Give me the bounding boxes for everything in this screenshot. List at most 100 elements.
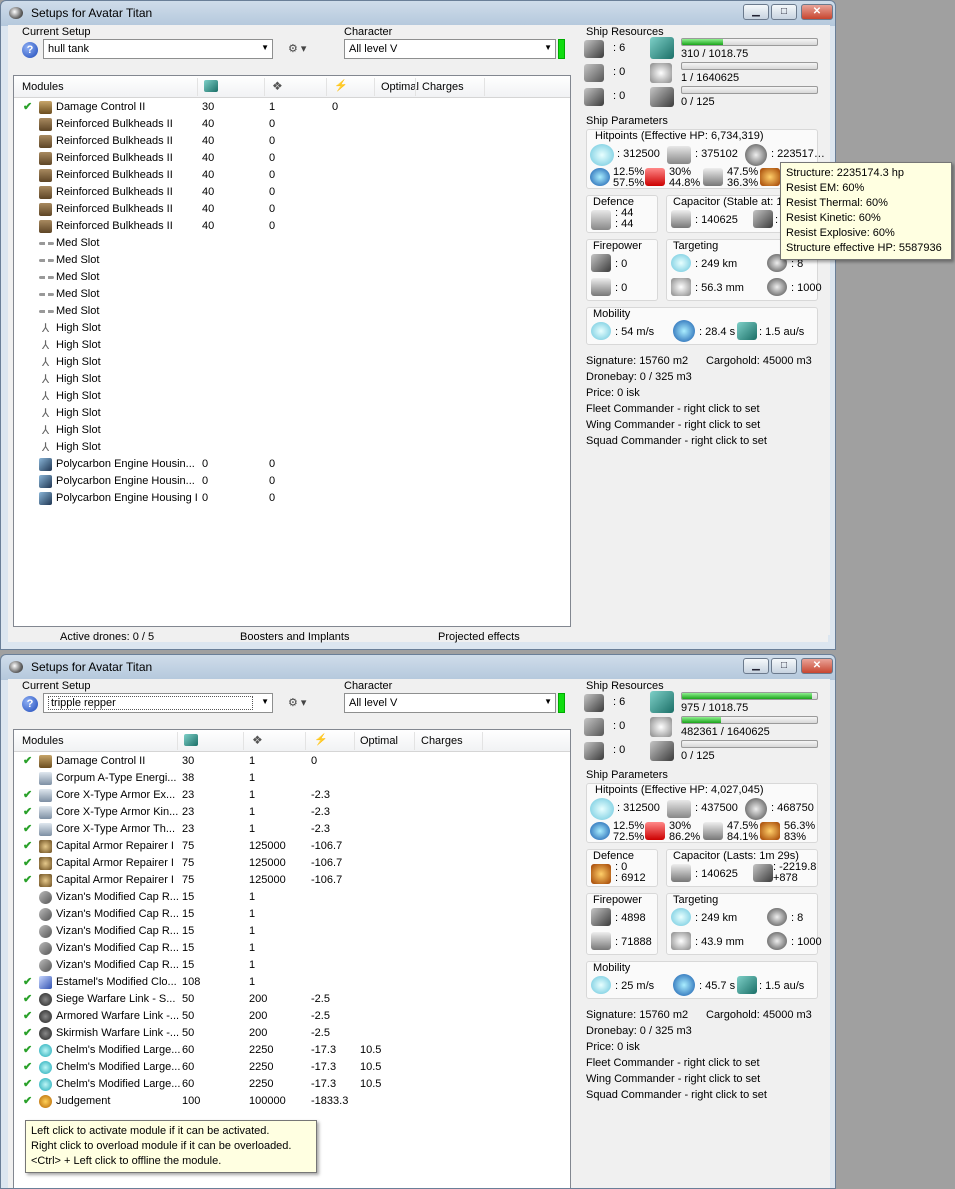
- module-row[interactable]: Med Slot: [14, 269, 570, 286]
- boosters-tab[interactable]: Boosters and Implants: [240, 631, 349, 643]
- projected-effects-tab[interactable]: Projected effects: [438, 631, 520, 643]
- module-row[interactable]: Polycarbon Engine Housin... 0 0: [14, 473, 570, 490]
- modules-list[interactable]: Modules ❖ ⚡ Optimal Charges ✔ Damage Cont…: [13, 75, 571, 627]
- module-row[interactable]: Vizan's Modified Cap R... 15 1: [14, 906, 570, 923]
- module-row[interactable]: ✔ Estamel's Modified Clo... 108 1: [14, 974, 570, 991]
- col-charges[interactable]: Charges: [422, 81, 464, 93]
- module-row[interactable]: ✔ Siege Warfare Link - S... 50 200 -2.5: [14, 991, 570, 1008]
- module-row[interactable]: ⅄ High Slot: [14, 354, 570, 371]
- module-row[interactable]: ⅄ High Slot: [14, 337, 570, 354]
- module-row[interactable]: Reinforced Bulkheads II 40 0: [14, 184, 570, 201]
- help-icon[interactable]: ?: [22, 42, 38, 58]
- current-setup-select[interactable]: tripple repper ▼: [43, 693, 273, 713]
- module-row[interactable]: Vizan's Modified Cap R... 15 1: [14, 923, 570, 940]
- col-charges[interactable]: Charges: [421, 735, 463, 747]
- module-row[interactable]: ✔ Core X-Type Armor Ex... 23 1 -2.3: [14, 787, 570, 804]
- active-check-icon[interactable]: ✔: [23, 822, 32, 835]
- active-drones-tab[interactable]: Active drones: 0 / 5: [60, 631, 154, 643]
- squad-commander[interactable]: Squad Commander - right click to set: [586, 1089, 767, 1101]
- powergrid-value: 1 / 1640625: [681, 72, 740, 84]
- module-row[interactable]: Med Slot: [14, 252, 570, 269]
- close-button[interactable]: ✕: [801, 4, 833, 20]
- module-row[interactable]: ⅄ High Slot: [14, 371, 570, 388]
- squad-commander[interactable]: Squad Commander - right click to set: [586, 435, 767, 447]
- setup-tools-icon[interactable]: ⚙ ▾: [288, 42, 306, 55]
- module-row[interactable]: Reinforced Bulkheads II 40 0: [14, 201, 570, 218]
- module-row[interactable]: Reinforced Bulkheads II 40 0: [14, 133, 570, 150]
- module-row[interactable]: ✔ Core X-Type Armor Kin... 23 1 -2.3: [14, 804, 570, 821]
- module-row[interactable]: Vizan's Modified Cap R... 15 1: [14, 957, 570, 974]
- module-row[interactable]: Med Slot: [14, 286, 570, 303]
- active-check-icon[interactable]: ✔: [23, 992, 32, 1005]
- active-check-icon[interactable]: ✔: [23, 805, 32, 818]
- fleet-commander[interactable]: Fleet Commander - right click to set: [586, 403, 760, 415]
- col-modules[interactable]: Modules: [22, 735, 64, 747]
- module-row[interactable]: Reinforced Bulkheads II 40 0: [14, 116, 570, 133]
- col-modules[interactable]: Modules: [22, 81, 64, 93]
- module-row[interactable]: ✔ Capital Armor Repairer I 75 125000 -106.7: [14, 838, 570, 855]
- module-row[interactable]: ✔ Capital Armor Repairer I 75 125000 -106.7: [14, 872, 570, 889]
- module-row[interactable]: ⅄ High Slot: [14, 422, 570, 439]
- active-check-icon[interactable]: ✔: [23, 975, 32, 988]
- title-bar[interactable]: Setups for Avatar Titan ▁ □ ✕: [1, 1, 835, 25]
- powergrid-icon[interactable]: ❖: [272, 79, 283, 93]
- module-row[interactable]: Corpum A-Type Energi... 38 1: [14, 770, 570, 787]
- module-row[interactable]: Reinforced Bulkheads II 40 0: [14, 218, 570, 235]
- module-row[interactable]: Reinforced Bulkheads II 40 0: [14, 167, 570, 184]
- active-check-icon[interactable]: ✔: [23, 1077, 32, 1090]
- module-row[interactable]: ✔ Judgement 100 100000 -1833.3: [14, 1093, 570, 1110]
- minimize-button[interactable]: ▁: [743, 4, 769, 20]
- current-setup-select[interactable]: hull tank ▼: [43, 39, 273, 59]
- col-optimal[interactable]: Optimal: [381, 81, 419, 93]
- title-bar[interactable]: Setups for Avatar Titan ▁ □ ✕: [1, 655, 835, 679]
- module-row[interactable]: Med Slot: [14, 235, 570, 252]
- wing-commander[interactable]: Wing Commander - right click to set: [586, 419, 760, 431]
- capacitor-icon[interactable]: ⚡: [314, 733, 328, 746]
- module-row[interactable]: Reinforced Bulkheads II 40 0: [14, 150, 570, 167]
- active-check-icon[interactable]: ✔: [23, 788, 32, 801]
- character-select[interactable]: All level V ▼: [344, 39, 556, 59]
- capacitor-icon[interactable]: ⚡: [334, 79, 348, 92]
- active-check-icon[interactable]: ✔: [23, 1094, 32, 1107]
- maximize-button[interactable]: □: [771, 4, 797, 20]
- module-row[interactable]: ✔ Damage Control II 30 1 0: [14, 753, 570, 770]
- module-row[interactable]: ✔ Armored Warfare Link -... 50 200 -2.5: [14, 1008, 570, 1025]
- module-row[interactable]: ✔ Chelm's Modified Large... 60 2250 -17.3 10.…: [14, 1059, 570, 1076]
- module-row[interactable]: ✔ Chelm's Modified Large... 60 2250 -17.3 10.…: [14, 1076, 570, 1093]
- module-row[interactable]: ⅄ High Slot: [14, 405, 570, 422]
- maximize-button[interactable]: □: [771, 658, 797, 674]
- module-row[interactable]: ✔ Chelm's Modified Large... 60 2250 -17.3 10.…: [14, 1042, 570, 1059]
- module-row[interactable]: ✔ Core X-Type Armor Th... 23 1 -2.3: [14, 821, 570, 838]
- minimize-button[interactable]: ▁: [743, 658, 769, 674]
- active-check-icon[interactable]: ✔: [23, 754, 32, 767]
- powergrid-icon[interactable]: ❖: [252, 733, 263, 747]
- module-row[interactable]: ✔ Capital Armor Repairer I 75 125000 -106.7: [14, 855, 570, 872]
- module-row[interactable]: Vizan's Modified Cap R... 15 1: [14, 940, 570, 957]
- module-row[interactable]: ✔ Damage Control II 30 1 0: [14, 99, 570, 116]
- module-row[interactable]: Vizan's Modified Cap R... 15 1: [14, 889, 570, 906]
- fleet-commander[interactable]: Fleet Commander - right click to set: [586, 1057, 760, 1069]
- module-row[interactable]: ⅄ High Slot: [14, 439, 570, 456]
- active-check-icon[interactable]: ✔: [23, 1060, 32, 1073]
- wing-commander[interactable]: Wing Commander - right click to set: [586, 1073, 760, 1085]
- module-row[interactable]: Polycarbon Engine Housin... 0 0: [14, 456, 570, 473]
- active-check-icon[interactable]: ✔: [23, 839, 32, 852]
- module-row[interactable]: ⅄ High Slot: [14, 320, 570, 337]
- cpu-icon[interactable]: [184, 734, 198, 746]
- close-button[interactable]: ✕: [801, 658, 833, 674]
- setup-tools-icon[interactable]: ⚙ ▾: [288, 696, 306, 709]
- character-select[interactable]: All level V ▼: [344, 693, 556, 713]
- help-icon[interactable]: ?: [22, 696, 38, 712]
- active-check-icon[interactable]: ✔: [23, 1043, 32, 1056]
- active-check-icon[interactable]: ✔: [23, 100, 32, 113]
- active-check-icon[interactable]: ✔: [23, 1026, 32, 1039]
- active-check-icon[interactable]: ✔: [23, 1009, 32, 1022]
- module-row[interactable]: Med Slot: [14, 303, 570, 320]
- active-check-icon[interactable]: ✔: [23, 873, 32, 886]
- module-row[interactable]: ⅄ High Slot: [14, 388, 570, 405]
- col-optimal[interactable]: Optimal: [360, 735, 398, 747]
- active-check-icon[interactable]: ✔: [23, 856, 32, 869]
- module-row[interactable]: Polycarbon Engine Housing I 0 0: [14, 490, 570, 507]
- cpu-icon[interactable]: [204, 80, 218, 92]
- module-row[interactable]: ✔ Skirmish Warfare Link -... 50 200 -2.5: [14, 1025, 570, 1042]
